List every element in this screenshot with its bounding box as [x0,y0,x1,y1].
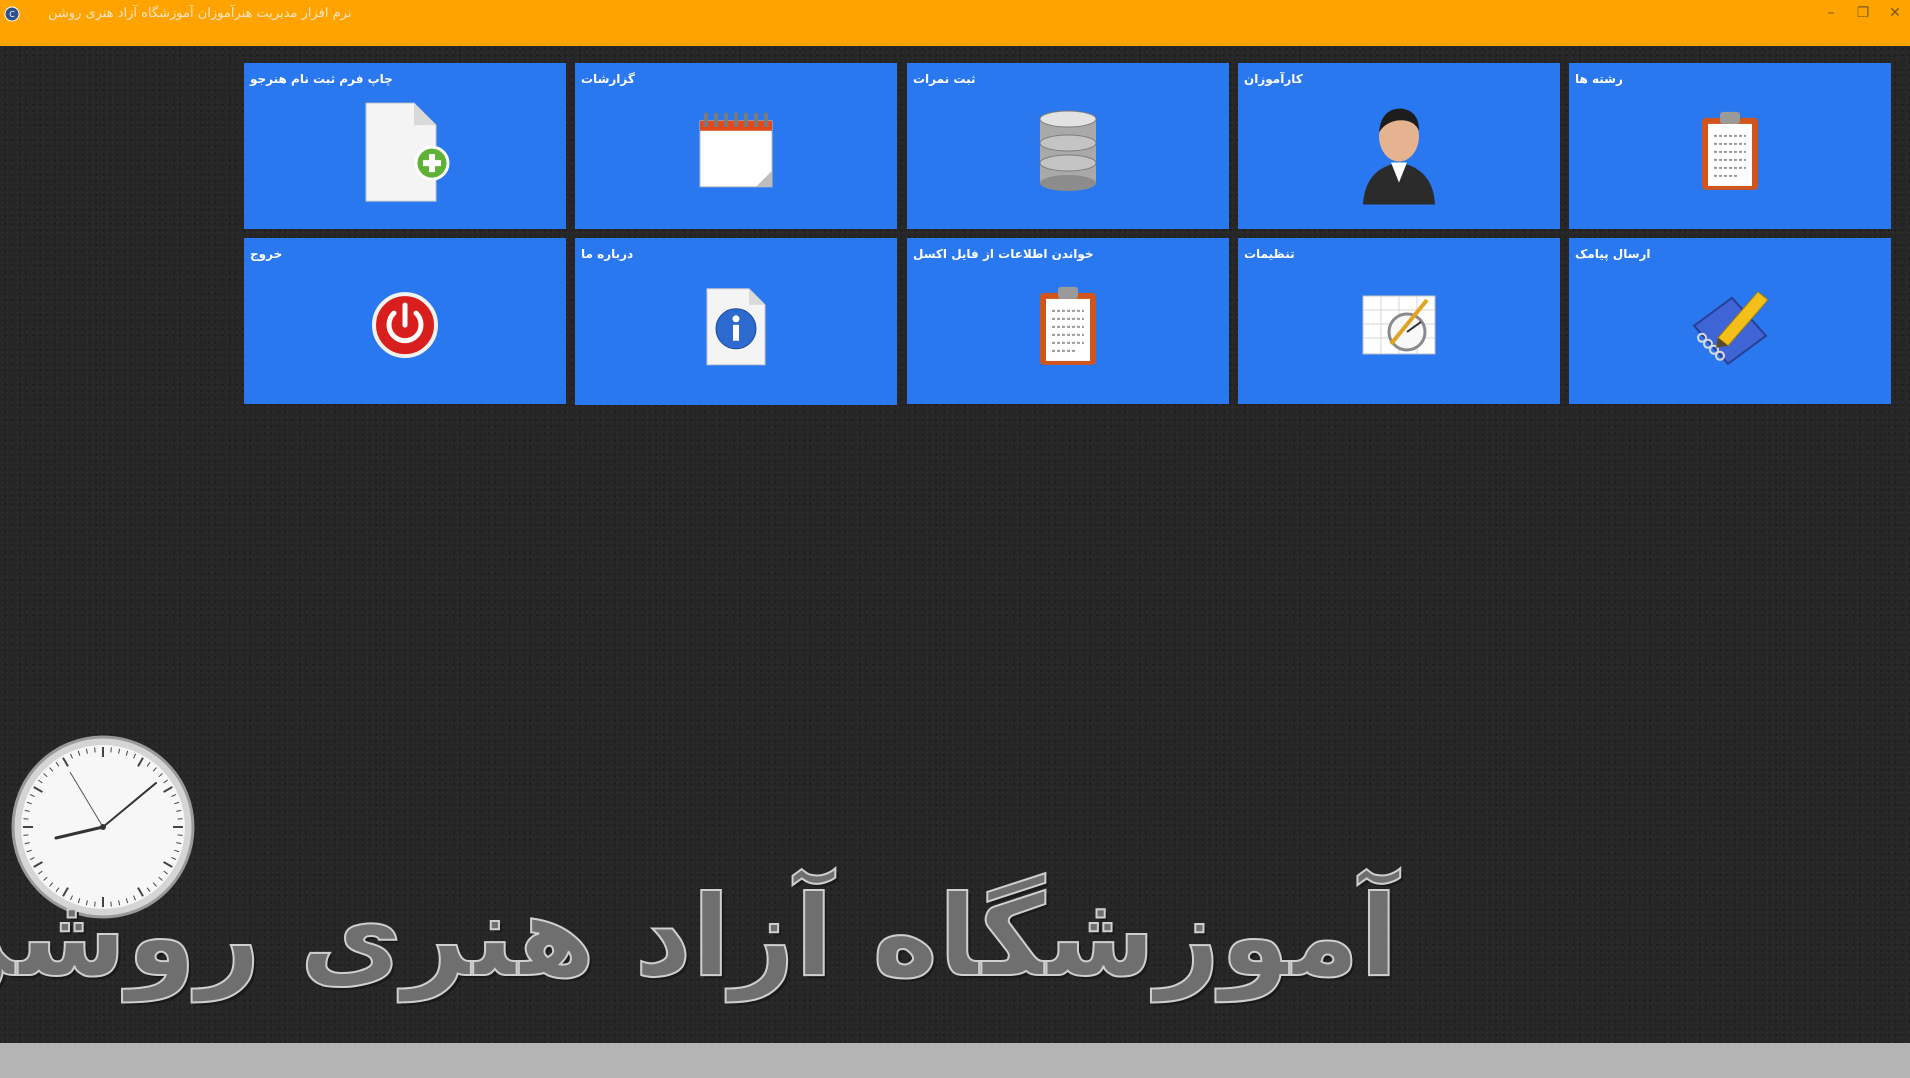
clock-tick [23,834,29,836]
tile-send-sms[interactable]: ارسال پیامک [1569,238,1891,404]
tile-reports[interactable]: گزارشات [575,63,897,229]
window-title: نرم افزار مدیریت هنرآموزان آموزشگاه آزاد… [48,6,352,21]
database-icon [1039,110,1097,192]
tile-label: ثبت نمرات [913,72,976,86]
tile-import-excel[interactable]: خواندن اطلاعات از فایل اکسل [907,238,1229,404]
brand-logo-text: آموزشگاه آزاد هنری روشن [0,871,1398,1003]
clock-tick [23,818,29,820]
app-icon: C [4,6,20,22]
svg-text:C: C [9,10,15,19]
tile-label: درباره ما [581,247,634,261]
close-button[interactable]: ✕ [1884,4,1906,22]
power-icon [372,292,438,359]
new-document-icon [365,102,450,202]
clipboard-icon [1040,286,1096,365]
tile-label: خروج [250,247,283,261]
tile-label: رشته ها [1575,72,1623,86]
clipboard-icon [1702,111,1758,190]
status-bar [0,1043,1910,1078]
tile-students[interactable]: کارآموزان [1238,63,1560,229]
notepad-pencil-icon [1692,291,1769,366]
tile-print-registration-form[interactable]: چاپ فرم ثبت نام هنرجو [244,63,566,229]
title-bar: C نرم افزار مدیریت هنرآموزان آموزشگاه آز… [0,0,1910,46]
tile-exit[interactable]: خروج [244,238,566,404]
tile-label: تنظیمات [1244,247,1295,261]
tile-fields[interactable]: رشته ها [1569,63,1891,229]
calendar-icon [699,112,773,188]
tile-label: گزارشات [581,72,635,86]
tile-settings[interactable]: تنظیمات [1238,238,1560,404]
user-icon [1363,108,1435,205]
tile-grades[interactable]: ثبت نمرات [907,63,1229,229]
tile-about-us[interactable]: درباره ما [575,238,897,405]
clock-tick [110,747,112,753]
clock-tick [177,834,183,836]
tile-label: خواندن اطلاعات از فایل اکسل [913,247,1094,261]
tile-label: ارسال پیامک [1575,247,1651,261]
restore-button[interactable]: ❐ [1852,4,1874,22]
tile-label: کارآموزان [1244,72,1303,86]
info-icon [706,287,766,365]
settings-chart-icon [1362,295,1436,355]
minimize-button[interactable]: – [1820,4,1842,22]
tile-label: چاپ فرم ثبت نام هنرجو [250,72,393,86]
clock-tick [177,818,183,820]
clock-tick [94,747,96,753]
